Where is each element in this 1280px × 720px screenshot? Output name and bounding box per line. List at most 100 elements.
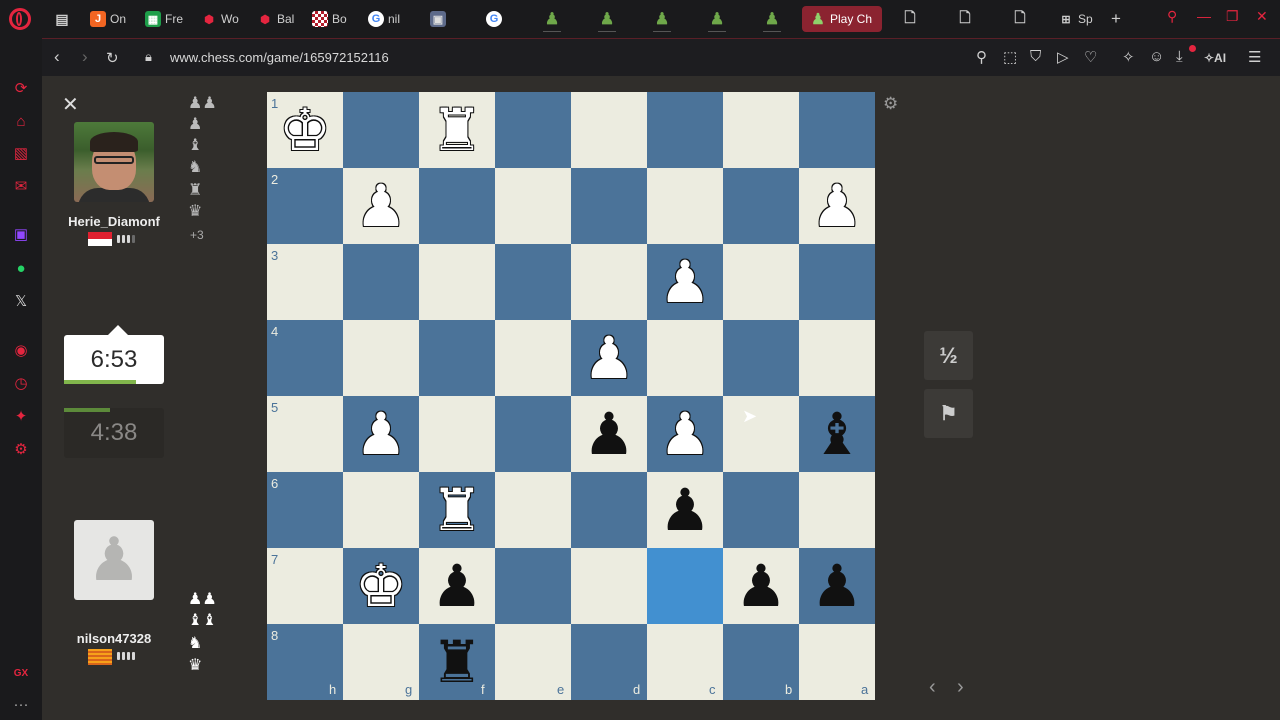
square-h7[interactable] [267,548,343,624]
history-icon[interactable]: ◷ [11,373,31,393]
board-settings-icon[interactable]: ⚙ [883,94,898,114]
square-d7[interactable] [571,548,647,624]
white-pawn[interactable]: ♟ [647,244,723,320]
browser-tab-doc-2[interactable]: 🗋 [957,6,975,32]
square-g3[interactable] [343,244,419,320]
bottom-player-avatar[interactable]: ♟ [74,520,154,600]
square-d1[interactable] [571,92,647,168]
square-h3[interactable] [267,244,343,320]
square-e3[interactable] [495,244,571,320]
refresh-circle-icon[interactable]: ⟳ [11,78,31,98]
browser-tab-5[interactable]: G nil [368,6,408,32]
more-icon[interactable]: ··· [11,694,31,714]
forward-icon[interactable]: › [82,47,88,67]
square-g1[interactable] [343,92,419,168]
browser-tab-chess-1[interactable]: ♟ [537,6,567,32]
square-b4[interactable] [723,320,799,396]
gamepad-tab-icon[interactable]: ▤ [54,6,70,32]
browser-tab-photo[interactable]: ▣ [430,6,456,32]
browser-tab-chess-4[interactable]: ♟ [702,6,732,32]
browser-tab-0[interactable]: J On [90,6,130,32]
whatsapp-icon[interactable]: ● [11,258,31,278]
url-field[interactable]: www.chess.com/game/165972152116 [170,50,389,65]
square-e2[interactable] [495,168,571,244]
chess-board[interactable]: 1 2 3 4 5 6 7 8 h g f e d c b a ♚ ♜ ♟ ♟ ♟ ♟ ♟ ♟ ♟ ♝ ♜ ♟ ♚ ♟ ♟ ♟ ♜ [267,92,875,700]
puzzle-icon[interactable]: ✧ [1122,48,1135,66]
square-h2[interactable] [267,168,343,244]
square-f3[interactable] [419,244,495,320]
twitch-icon[interactable]: ▣ [11,224,31,244]
square-a3[interactable] [799,244,875,320]
bottom-player-name[interactable]: nilson47328 [54,631,174,646]
square-h5[interactable] [267,396,343,472]
top-player-name[interactable]: Herie_Diamonf [54,214,174,229]
browser-tab-doc-3[interactable]: 🗋 [1012,6,1030,32]
browser-tab-doc-1[interactable]: 🗋 [902,6,920,32]
minimize-icon[interactable]: — [1197,8,1211,24]
resign-button[interactable]: ⚑ [924,389,973,438]
browser-tab-active[interactable]: ♟ Play Ch [802,6,882,32]
white-king[interactable]: ♚ [267,92,343,168]
white-rook[interactable]: ♜ [419,92,495,168]
square-d2[interactable] [571,168,647,244]
bag-icon[interactable]: ⌂ [11,111,31,131]
snapshot-icon[interactable]: ⬚ [1003,48,1017,66]
square-e4[interactable] [495,320,571,396]
back-icon[interactable]: ‹ [54,47,60,67]
black-pawn[interactable]: ♟ [419,548,495,624]
square-g6[interactable] [343,472,419,548]
search-icon[interactable]: ⚲ [1167,8,1177,25]
download-icon[interactable]: ⤓ [1176,48,1183,65]
ai-button[interactable]: ✧AI [1204,51,1226,65]
top-player-avatar[interactable] [74,122,154,202]
offer-draw-button[interactable]: ½ [924,331,973,380]
square-g4[interactable] [343,320,419,396]
black-pawn[interactable]: ♟ [571,396,647,472]
square-c4[interactable] [647,320,723,396]
opera-logo-icon[interactable] [9,8,31,30]
square-a6[interactable] [799,472,875,548]
settings-icon[interactable]: ⚙ [11,439,31,459]
browser-tab-2[interactable]: ⬢ Wo [201,6,241,32]
white-pawn[interactable]: ♟ [647,396,723,472]
white-pawn[interactable]: ♟ [343,168,419,244]
reload-icon[interactable]: ↻ [106,49,119,67]
white-rook[interactable]: ♜ [419,472,495,548]
gx-icon[interactable]: GX [11,663,31,683]
square-e1[interactable] [495,92,571,168]
black-pawn[interactable]: ♟ [799,548,875,624]
square-a4[interactable] [799,320,875,396]
black-pawn[interactable]: ♟ [723,548,799,624]
white-pawn[interactable]: ♟ [571,320,647,396]
square-e7[interactable] [495,548,571,624]
play-icon[interactable]: ▷ [1057,48,1069,66]
square-d3[interactable] [571,244,647,320]
menu-icon[interactable]: ☰ [1248,48,1261,66]
black-bishop[interactable]: ♝ [799,396,875,472]
previous-move-icon[interactable]: ‹ [929,676,936,699]
maximize-icon[interactable]: ❐ [1226,8,1239,25]
square-b3[interactable] [723,244,799,320]
square-d6[interactable] [571,472,647,548]
browser-tab-last[interactable]: ⊞ Sp [1058,6,1098,32]
square-f4[interactable] [419,320,495,396]
square-e6[interactable] [495,472,571,548]
white-pawn[interactable]: ♟ [343,396,419,472]
browser-tab-4[interactable]: Bo [312,6,352,32]
white-king-piece[interactable]: ♚ [343,548,419,624]
square-a1[interactable] [799,92,875,168]
black-rook[interactable]: ♜ [419,624,495,700]
heart-icon[interactable]: ♡ [1084,48,1097,66]
browser-tab-1[interactable]: ▦ Fre [145,6,185,32]
square-c2[interactable] [647,168,723,244]
account-icon[interactable]: ☺ [1149,48,1164,65]
next-move-icon[interactable]: › [957,676,964,699]
extensions-icon[interactable]: ✦ [11,406,31,426]
player-icon[interactable]: ◉ [11,340,31,360]
square-b5[interactable] [723,396,799,472]
square-e5[interactable] [495,396,571,472]
square-b6[interactable] [723,472,799,548]
pin-icon[interactable]: ⚲ [976,48,987,66]
ticket-icon[interactable]: ▧ [11,143,31,163]
black-pawn[interactable]: ♟ [647,472,723,548]
